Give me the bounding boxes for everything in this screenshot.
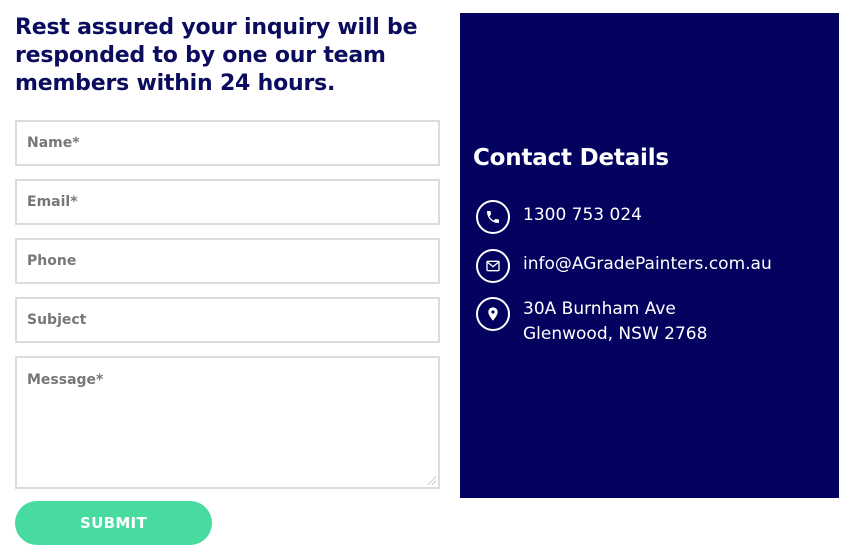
phone-icon [476,200,510,234]
message-textarea[interactable] [15,356,440,489]
phone-input[interactable] [15,238,440,284]
mail-icon [476,249,510,283]
contact-address: 30A Burnham Ave Glenwood, NSW 2768 [523,297,707,347]
name-input[interactable] [15,120,440,166]
submit-button[interactable]: SUBMIT [15,501,212,545]
subject-input[interactable] [15,297,440,343]
email-input[interactable] [15,179,440,225]
contact-phone-row: 1300 753 024 [476,200,642,234]
resize-grip-icon[interactable] [426,475,436,485]
location-pin-icon [476,297,510,331]
contact-details-panel: Contact Details 1300 753 024 info@AGrade… [460,13,839,498]
contact-address-row: 30A Burnham Ave Glenwood, NSW 2768 [476,297,707,347]
contact-email-link[interactable]: info@AGradePainters.com.au [523,252,772,277]
contact-phone-link[interactable]: 1300 753 024 [523,203,642,228]
address-line-1: 30A Burnham Ave [523,299,676,319]
contact-email-row: info@AGradePainters.com.au [476,249,772,283]
address-line-2: Glenwood, NSW 2768 [523,324,708,344]
form-headline: Rest assured your inquiry will be respon… [15,15,418,96]
contact-details-title: Contact Details [473,145,669,171]
contact-form-column: Rest assured your inquiry will be respon… [15,14,440,98]
